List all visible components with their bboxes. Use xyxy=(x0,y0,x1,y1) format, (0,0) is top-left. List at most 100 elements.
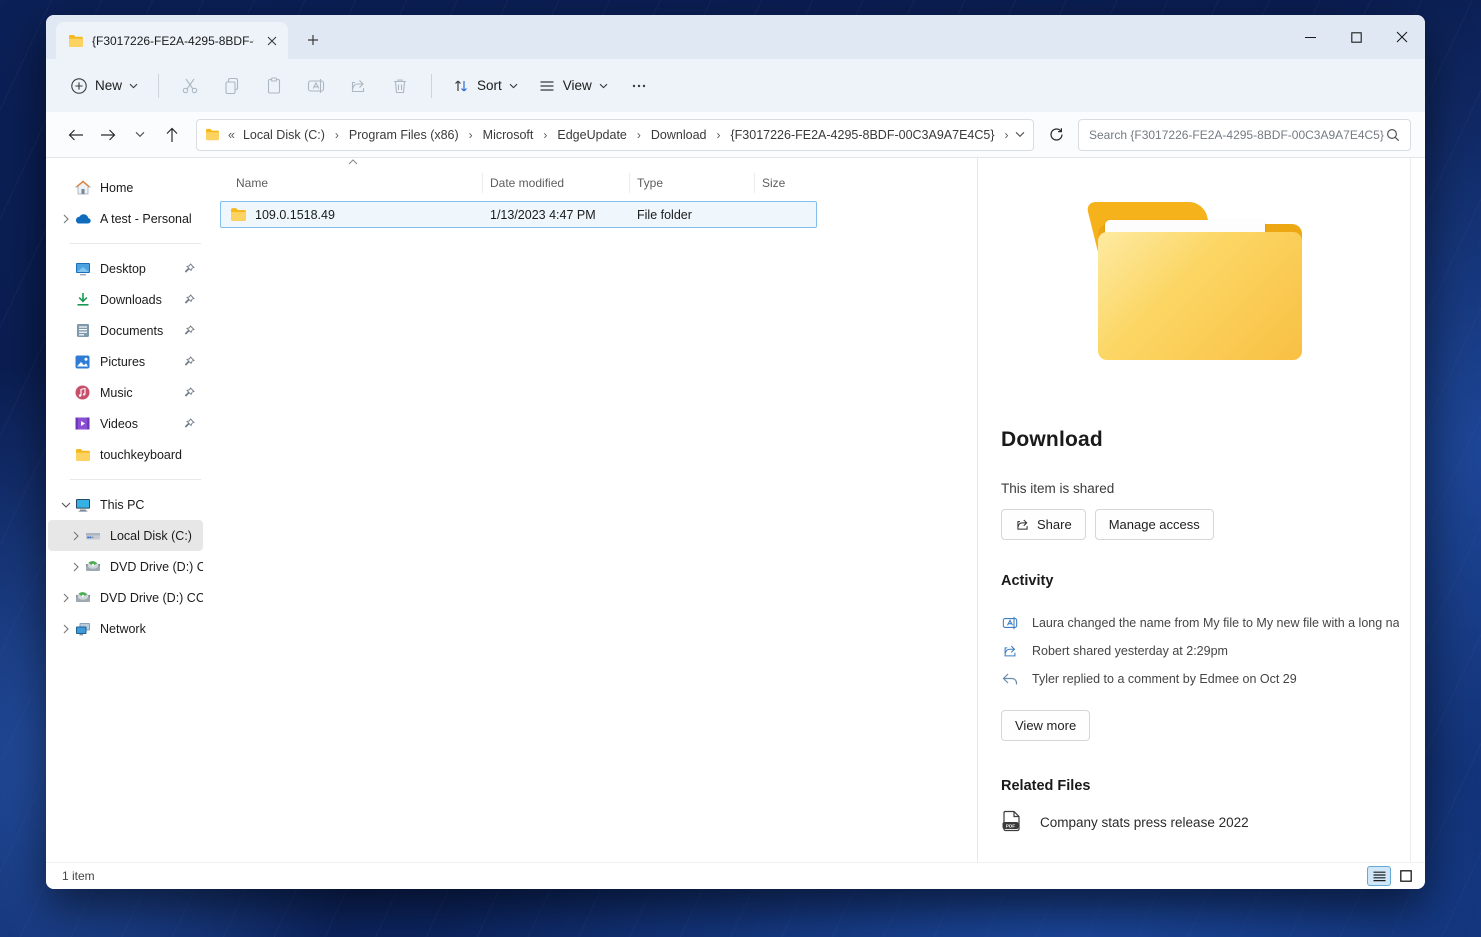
pin-icon xyxy=(184,263,195,274)
related-file-item[interactable]: PDF Company stats press release 2022 xyxy=(1001,810,1399,834)
refresh-icon xyxy=(1049,127,1064,142)
sort-button-label: Sort xyxy=(477,78,502,93)
sidebar-item-network[interactable]: Network xyxy=(48,613,203,644)
breadcrumb-overflow-icon[interactable]: « xyxy=(220,128,241,142)
sidebar-item-home[interactable]: Home xyxy=(48,172,203,203)
breadcrumb-separator[interactable]: › xyxy=(629,128,649,142)
details-scrollbar[interactable] xyxy=(1410,158,1411,862)
activity-item[interactable]: Tyler replied to a comment by Edmee on O… xyxy=(1001,665,1399,693)
column-header-size[interactable]: Size xyxy=(755,173,817,193)
maximize-button[interactable] xyxy=(1333,15,1379,59)
delete-button[interactable] xyxy=(379,68,421,104)
activity-item[interactable]: Laura changed the name from My file to M… xyxy=(1001,609,1399,637)
sidebar-item-videos[interactable]: Videos xyxy=(48,408,203,439)
sort-button[interactable]: Sort xyxy=(442,70,528,102)
thumbnail-view-icon xyxy=(1400,870,1412,882)
pin-icon xyxy=(184,294,195,305)
share-icon xyxy=(349,77,367,95)
address-dropdown-icon[interactable] xyxy=(1015,131,1025,138)
sidebar-item-music[interactable]: Music xyxy=(48,377,203,408)
view-button[interactable]: View xyxy=(528,70,618,102)
back-button[interactable] xyxy=(60,119,92,151)
refresh-button[interactable] xyxy=(1040,119,1072,151)
breadcrumb-item[interactable]: Local Disk (C:) xyxy=(241,125,327,145)
chevron-right-icon[interactable] xyxy=(68,531,84,541)
forward-button[interactable] xyxy=(92,119,124,151)
search-icon[interactable] xyxy=(1386,128,1400,142)
cut-button[interactable] xyxy=(169,68,211,104)
sidebar-item-this-pc[interactable]: This PC xyxy=(48,489,203,520)
sidebar-item-documents[interactable]: Documents xyxy=(48,315,203,346)
downloads-icon xyxy=(74,291,91,308)
sidebar-item-local-disk-c[interactable]: Local Disk (C:) xyxy=(48,520,203,551)
view-more-button[interactable]: View more xyxy=(1001,710,1090,741)
explorer-tab[interactable]: {F3017226-FE2A-4295-8BDF-0 xyxy=(56,22,288,59)
sidebar-item-downloads[interactable]: Downloads xyxy=(48,284,203,315)
search-input[interactable] xyxy=(1089,128,1386,142)
network-icon xyxy=(74,620,91,637)
chevron-down-icon xyxy=(599,83,608,89)
breadcrumb-separator[interactable]: › xyxy=(327,128,347,142)
see-more-button[interactable] xyxy=(618,68,660,104)
paste-button[interactable] xyxy=(253,68,295,104)
breadcrumb-item[interactable]: EdgeUpdate xyxy=(555,125,629,145)
close-button[interactable] xyxy=(1379,15,1425,59)
share-button[interactable]: Share xyxy=(1001,509,1086,540)
pin-icon xyxy=(184,325,195,336)
sidebar-item-touchkeyboard[interactable]: touchkeyboard xyxy=(48,439,203,470)
rename-button[interactable] xyxy=(295,68,337,104)
chevron-right-icon[interactable] xyxy=(68,562,84,572)
share-button-toolbar[interactable] xyxy=(337,68,379,104)
chevron-right-icon[interactable] xyxy=(58,593,74,603)
minimize-button[interactable] xyxy=(1287,15,1333,59)
search-box xyxy=(1078,119,1411,151)
related-files-heading: Related Files xyxy=(1001,778,1399,794)
column-header-type[interactable]: Type xyxy=(630,173,755,193)
toolbar-separator xyxy=(158,74,159,98)
breadcrumb-item[interactable]: Download xyxy=(649,125,709,145)
chevron-down-icon[interactable] xyxy=(58,502,74,508)
sidebar-item-dvd-drive-1[interactable]: DVD Drive (D:) CC xyxy=(48,551,203,582)
sidebar-item-desktop[interactable]: Desktop xyxy=(48,253,203,284)
chevron-right-icon[interactable] xyxy=(58,214,74,224)
breadcrumb-separator[interactable]: › xyxy=(997,128,1015,142)
sidebar-item-pictures[interactable]: Pictures xyxy=(48,346,203,377)
new-button[interactable]: New xyxy=(60,70,148,102)
column-headers: Name Date modified Type Size xyxy=(220,168,977,198)
breadcrumb-separator[interactable]: › xyxy=(708,128,728,142)
sidebar-item-label: Local Disk (C:) xyxy=(110,529,203,543)
breadcrumb-item[interactable]: Microsoft xyxy=(481,125,536,145)
up-button[interactable] xyxy=(156,119,188,151)
address-bar[interactable]: « Local Disk (C:) › Program Files (x86) … xyxy=(196,119,1034,151)
breadcrumb-separator[interactable]: › xyxy=(535,128,555,142)
status-bar: 1 item xyxy=(46,862,1425,889)
chevron-right-icon[interactable] xyxy=(58,624,74,634)
recent-locations-button[interactable] xyxy=(124,119,156,151)
activity-heading: Activity xyxy=(1001,573,1399,589)
sidebar-item-label: Pictures xyxy=(100,355,184,369)
file-list-area: Name Date modified Type Size 109.0.1518.… xyxy=(205,158,977,862)
breadcrumb: « Local Disk (C:) › Program Files (x86) … xyxy=(220,125,1015,145)
copy-button[interactable] xyxy=(211,68,253,104)
svg-text:PDF: PDF xyxy=(1006,823,1015,828)
tab-close-icon[interactable] xyxy=(262,31,282,51)
large-icons-view-toggle[interactable] xyxy=(1394,866,1418,886)
home-icon xyxy=(74,179,91,196)
file-row[interactable]: 109.0.1518.49 1/13/2023 4:47 PM File fol… xyxy=(220,201,817,228)
details-view-toggle[interactable] xyxy=(1367,866,1391,886)
sidebar-item-onedrive[interactable]: A test - Personal xyxy=(48,203,203,234)
onedrive-cloud-icon xyxy=(74,210,91,227)
share-activity-icon xyxy=(1001,643,1018,659)
activity-item[interactable]: Robert shared yesterday at 2:29pm xyxy=(1001,637,1399,665)
column-header-name[interactable]: Name xyxy=(220,173,483,193)
breadcrumb-separator[interactable]: › xyxy=(461,128,481,142)
breadcrumb-item[interactable]: Program Files (x86) xyxy=(347,125,461,145)
sidebar-item-label: Music xyxy=(100,386,184,400)
new-tab-button[interactable] xyxy=(298,25,328,55)
sidebar-item-label: DVD Drive (D:) CCC xyxy=(100,591,203,605)
column-header-date-modified[interactable]: Date modified xyxy=(483,173,630,193)
sidebar-item-dvd-drive-2[interactable]: DVD Drive (D:) CCC xyxy=(48,582,203,613)
rename-icon xyxy=(307,77,325,95)
breadcrumb-item[interactable]: {F3017226-FE2A-4295-8BDF-00C3A9A7E4C5} xyxy=(728,125,996,145)
manage-access-button[interactable]: Manage access xyxy=(1095,509,1214,540)
